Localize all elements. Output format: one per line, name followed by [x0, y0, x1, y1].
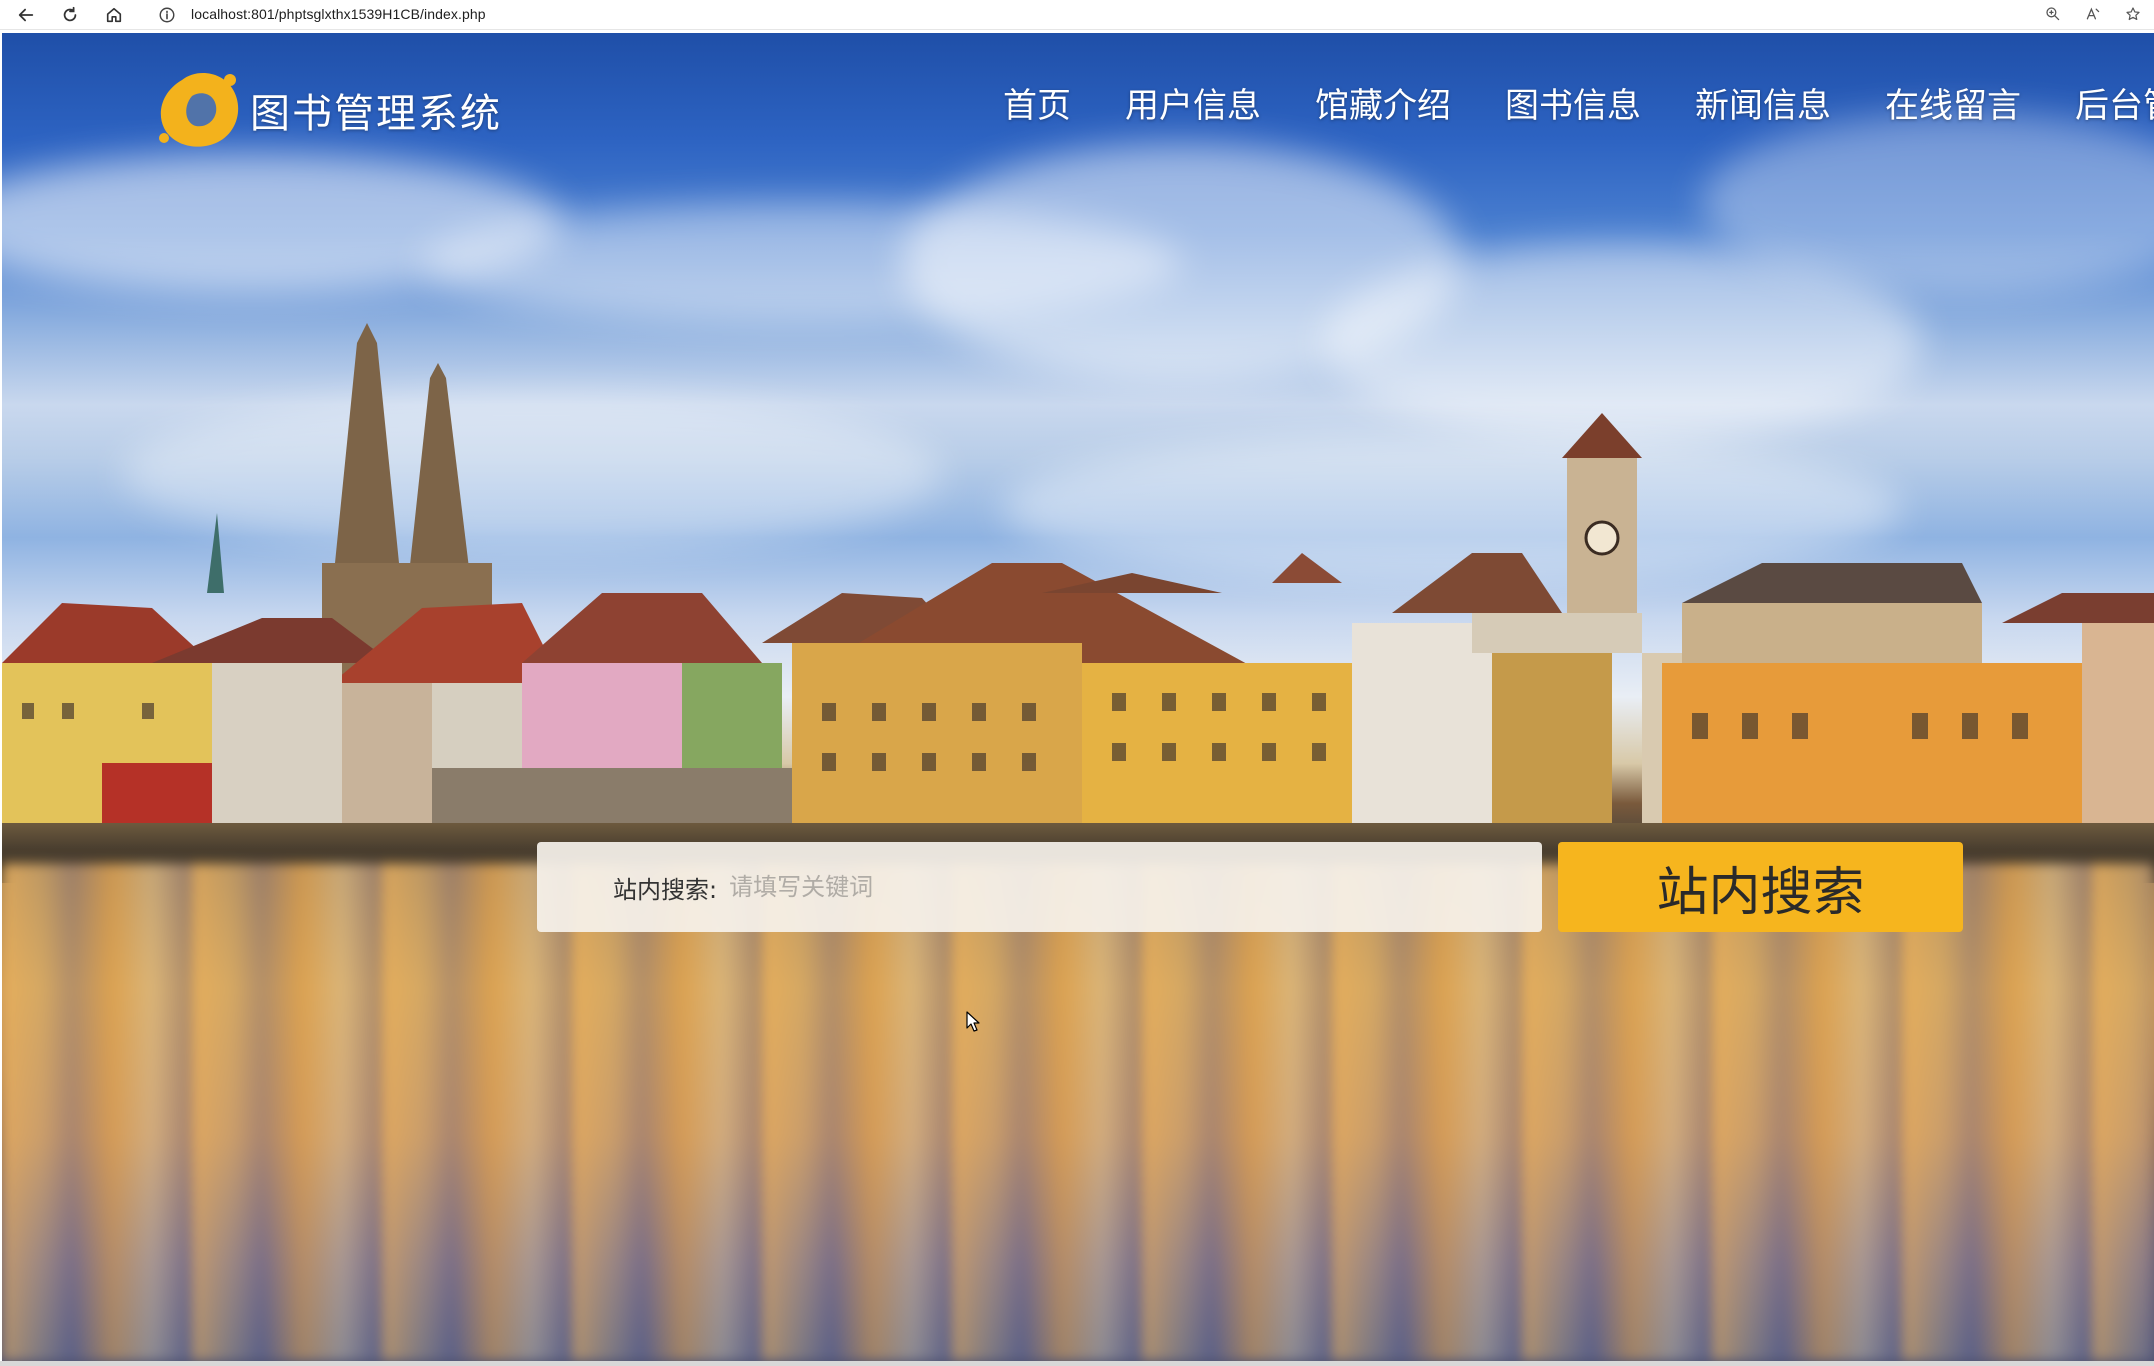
search-input[interactable] — [727, 856, 1492, 918]
hero-banner: 图书管理系统 首页 用户信息 馆藏介绍 图书信息 新闻信息 在线留言 后台管 — [2, 33, 2154, 1361]
cityscape-image — [2, 323, 2154, 853]
home-icon — [106, 7, 122, 23]
reload-button[interactable] — [57, 2, 83, 28]
search-button[interactable]: 站内搜索 — [1558, 842, 1963, 932]
nav-collection-intro[interactable]: 馆藏介绍 — [1315, 78, 1451, 127]
nav-user-info[interactable]: 用户信息 — [1125, 78, 1261, 127]
favorite-icon — [2126, 7, 2140, 21]
info-icon[interactable] — [158, 6, 176, 24]
nav-book-info[interactable]: 图书信息 — [1505, 78, 1641, 127]
river-reflection — [2, 863, 2154, 1361]
nav-news-info[interactable]: 新闻信息 — [1695, 78, 1831, 127]
logo-icon — [159, 73, 239, 147]
site-logo[interactable]: 图书管理系统 — [152, 68, 502, 152]
back-button[interactable] — [13, 2, 39, 28]
back-icon — [18, 8, 34, 22]
favorite-button[interactable] — [2122, 3, 2144, 25]
zoom-icon — [2046, 7, 2060, 21]
nav-admin[interactable]: 后台管 — [2075, 78, 2154, 127]
address-bar-url[interactable]: localhost:801/phptsglxthx1539H1CB/index.… — [191, 6, 486, 22]
home-button[interactable] — [101, 2, 127, 28]
nav-online-message[interactable]: 在线留言 — [1885, 78, 2021, 127]
read-aloud-icon — [2086, 7, 2100, 20]
search-label: 站内搜索: — [613, 875, 718, 904]
main-navigation: 首页 用户信息 馆藏介绍 图书信息 新闻信息 在线留言 后台管 — [1003, 78, 2154, 127]
site-title: 图书管理系统 — [250, 91, 502, 137]
browser-toolbar: localhost:801/phptsglxthx1539H1CB/index.… — [0, 0, 2154, 30]
zoom-button[interactable] — [2042, 3, 2064, 25]
page-bottom-edge — [0, 1361, 2154, 1366]
nav-home[interactable]: 首页 — [1003, 78, 1071, 127]
mouse-cursor-icon — [966, 1011, 980, 1032]
search-box: 站内搜索: — [537, 842, 1542, 932]
reload-icon — [63, 6, 77, 22]
read-aloud-button[interactable] — [2082, 3, 2104, 25]
